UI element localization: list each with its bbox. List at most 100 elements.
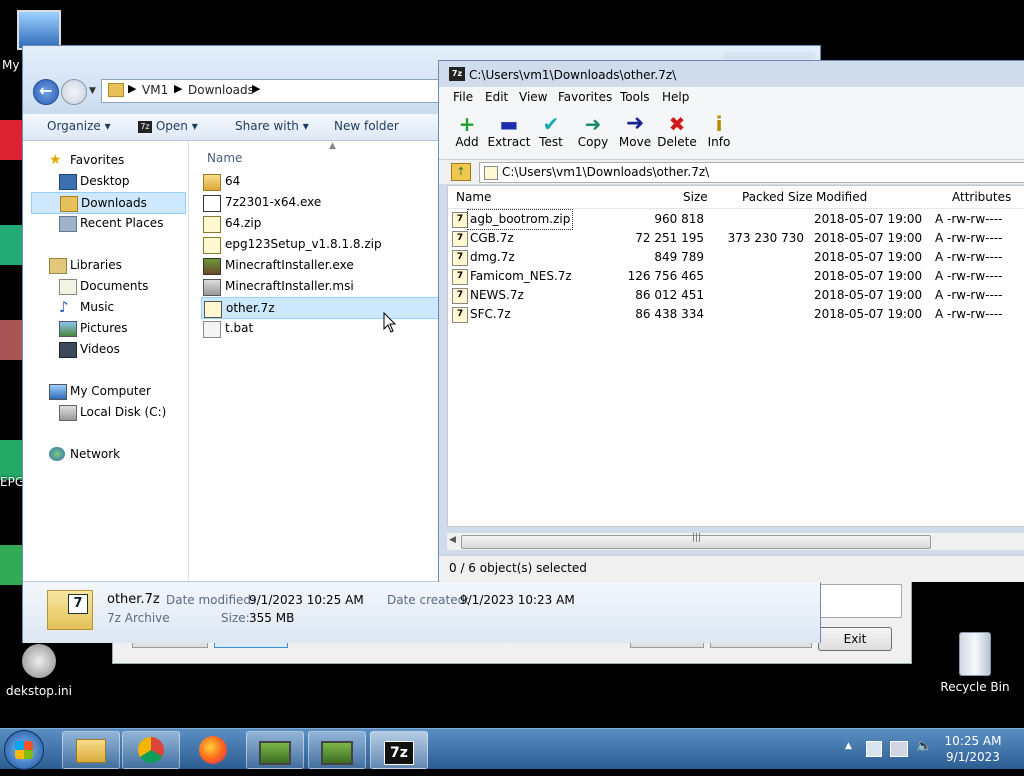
archive-item-attributes: A -rw-rw---- bbox=[935, 288, 1003, 302]
folder-up-icon[interactable]: ↑ bbox=[451, 163, 471, 181]
file-row[interactable]: other.7z bbox=[201, 297, 443, 319]
network-tray-icon[interactable] bbox=[890, 741, 908, 757]
downloads-folder-icon bbox=[60, 196, 78, 212]
details-date-modified-label: Date modified: bbox=[166, 593, 256, 607]
menu-favorites[interactable]: Favorites bbox=[558, 90, 612, 104]
action-center-icon[interactable] bbox=[866, 741, 882, 757]
exit-button[interactable]: Exit bbox=[818, 627, 892, 651]
videos-icon bbox=[59, 342, 77, 358]
archive-row[interactable]: 7 NEWS.7z 86 012 451 2018-05-07 19:00 A -rw-… bbox=[448, 286, 1024, 305]
7z-archive-icon bbox=[204, 301, 222, 318]
my-computer-desktop-icon[interactable]: My bbox=[2, 10, 64, 72]
details-pane: 7 other.7z 7z Archive Date modified: 9/1… bbox=[23, 581, 820, 643]
minecraft-icon bbox=[203, 258, 221, 275]
address-bar[interactable]: ▶ VM1 ▶ Downloads ▶ bbox=[101, 79, 463, 103]
details-size-label: Size: bbox=[221, 611, 250, 625]
copy-tool-button[interactable]: ➜ Copy bbox=[571, 113, 615, 149]
file-name: 64 bbox=[225, 174, 241, 188]
partial-desktop-icon[interactable] bbox=[0, 320, 22, 360]
breadcrumb-downloads[interactable]: Downloads bbox=[188, 83, 254, 97]
nav-label: Downloads bbox=[81, 196, 147, 210]
test-tool-button[interactable]: ✔ Test bbox=[529, 113, 573, 149]
archive-item-size: 960 818 bbox=[654, 212, 704, 226]
7zip-statusbar: 0 / 6 object(s) selected bbox=[439, 555, 1024, 582]
archive-item-modified: 2018-05-07 19:00 bbox=[814, 307, 923, 321]
7zip-toolbar: + Add ▬ Extract ✔ Test ➜ Copy ➜ Move ✖ Delete i Info bbox=[439, 107, 1024, 159]
organize-button[interactable]: Organize ▾ bbox=[47, 119, 111, 133]
archive-item-size: 126 756 465 bbox=[627, 269, 704, 283]
info-tool-button[interactable]: i Info bbox=[697, 113, 741, 149]
column-header-name[interactable]: Name bbox=[456, 190, 491, 204]
7zip-icon: 7z bbox=[384, 741, 414, 765]
archive-row[interactable]: 7 agb_bootrom.zip 960 818 2018-05-07 19:00 A… bbox=[448, 209, 1024, 230]
archive-row[interactable]: 7 SFC.7z 86 438 334 2018-05-07 19:00 A -rw-r… bbox=[448, 305, 1024, 324]
details-filename: other.7z bbox=[107, 592, 160, 607]
column-header-name[interactable]: Name bbox=[207, 151, 242, 165]
partial-desktop-icon[interactable] bbox=[0, 440, 22, 480]
archive-item-size: 72 251 195 bbox=[635, 231, 704, 245]
clock-date: 9/1/2023 bbox=[946, 750, 1000, 764]
organize-label: Organize bbox=[47, 119, 101, 133]
taskbar-tv-app[interactable] bbox=[308, 731, 366, 769]
nav-downloads[interactable]: Downloads bbox=[31, 192, 186, 214]
back-button[interactable]: ← bbox=[33, 79, 59, 105]
recent-pages-chevron-icon[interactable]: ▼ bbox=[89, 86, 96, 96]
sort-indicator-icon: ▲ bbox=[329, 141, 336, 151]
7z-file-icon: 7 bbox=[452, 231, 468, 247]
add-tool-button[interactable]: + Add bbox=[445, 113, 489, 149]
delete-tool-button[interactable]: ✖ Delete bbox=[655, 113, 699, 149]
scrollbar-thumb[interactable]: ||| bbox=[461, 533, 931, 549]
recycle-bin-icon[interactable]: Recycle Bin bbox=[940, 632, 1010, 694]
desktop-ini-icon[interactable]: dekstop.ini bbox=[2, 644, 76, 698]
column-header-size[interactable]: Size bbox=[683, 190, 708, 204]
tray-expand-icon[interactable]: ▲ bbox=[845, 741, 852, 751]
horizontal-scrollbar[interactable]: ◀ ||| bbox=[447, 533, 1024, 550]
breadcrumb-separator-icon: ▶ bbox=[174, 82, 183, 95]
archive-row[interactable]: 7 Famicom_NES.7z 126 756 465 2018-05-07 19:… bbox=[448, 267, 1024, 286]
archive-row[interactable]: 7 CGB.7z 72 251 195 373 230 730 2018-05-07 1… bbox=[448, 229, 1024, 248]
tool-label: Copy bbox=[577, 135, 609, 149]
epg-desktop-icon[interactable]: EPG bbox=[0, 475, 24, 489]
menu-help[interactable]: Help bbox=[662, 90, 689, 104]
taskbar-chrome[interactable] bbox=[122, 731, 180, 769]
partial-desktop-icon[interactable] bbox=[0, 545, 22, 585]
clock-time: 10:25 AM bbox=[944, 734, 1002, 748]
menu-file[interactable]: File bbox=[453, 90, 473, 104]
start-button[interactable] bbox=[4, 730, 44, 770]
volume-icon[interactable]: 🔈 bbox=[916, 739, 932, 754]
taskbar-firefox[interactable] bbox=[184, 731, 242, 769]
7zip-path-field[interactable]: C:\Users\vm1\Downloads\other.7z\ bbox=[479, 162, 1024, 183]
move-tool-button[interactable]: ➜ Move bbox=[613, 113, 657, 150]
tv-app-icon bbox=[259, 741, 291, 765]
open-button[interactable]: 7z Open ▾ bbox=[138, 119, 198, 133]
hard-drive-icon bbox=[59, 405, 77, 421]
scroll-left-icon[interactable]: ◀ bbox=[449, 535, 456, 545]
nav-label: Favorites bbox=[70, 153, 125, 167]
nav-label: Videos bbox=[80, 342, 120, 356]
star-icon: ★ bbox=[49, 152, 62, 168]
partial-desktop-icon[interactable] bbox=[0, 225, 22, 265]
nav-label: Documents bbox=[80, 279, 149, 293]
system-clock[interactable]: 10:25 AM 9/1/2023 bbox=[940, 733, 1006, 765]
partial-desktop-icon[interactable] bbox=[0, 120, 22, 160]
taskbar-explorer[interactable] bbox=[62, 731, 120, 769]
archive-row[interactable]: 7 dmg.7z 849 789 2018-05-07 19:00 A -rw-rw--… bbox=[448, 248, 1024, 267]
column-header-attributes[interactable]: Attributes bbox=[952, 190, 1011, 204]
column-header-packed-size[interactable]: Packed Size bbox=[742, 190, 813, 204]
taskbar-7zip[interactable]: 7z bbox=[370, 731, 428, 769]
menu-tools[interactable]: Tools bbox=[620, 90, 650, 104]
archive-item-modified: 2018-05-07 19:00 bbox=[814, 250, 923, 264]
nav-label: My Computer bbox=[70, 384, 151, 398]
new-folder-button[interactable]: New folder bbox=[334, 119, 399, 133]
breadcrumb-vm1[interactable]: VM1 bbox=[142, 83, 168, 97]
computer-icon bbox=[49, 384, 67, 400]
column-header-modified[interactable]: Modified bbox=[816, 190, 867, 204]
taskbar-tv-app[interactable] bbox=[246, 731, 304, 769]
menu-view[interactable]: View bbox=[519, 90, 547, 104]
menu-edit[interactable]: Edit bbox=[485, 90, 508, 104]
share-with-button[interactable]: Share with ▾ bbox=[235, 119, 309, 133]
extract-tool-button[interactable]: ▬ Extract bbox=[487, 113, 531, 149]
taskbar: 7z ▲ 🔈 10:25 AM 9/1/2023 bbox=[0, 728, 1024, 770]
forward-button[interactable] bbox=[61, 79, 87, 105]
7zip-path-text: C:\Users\vm1\Downloads\other.7z\ bbox=[502, 165, 710, 179]
